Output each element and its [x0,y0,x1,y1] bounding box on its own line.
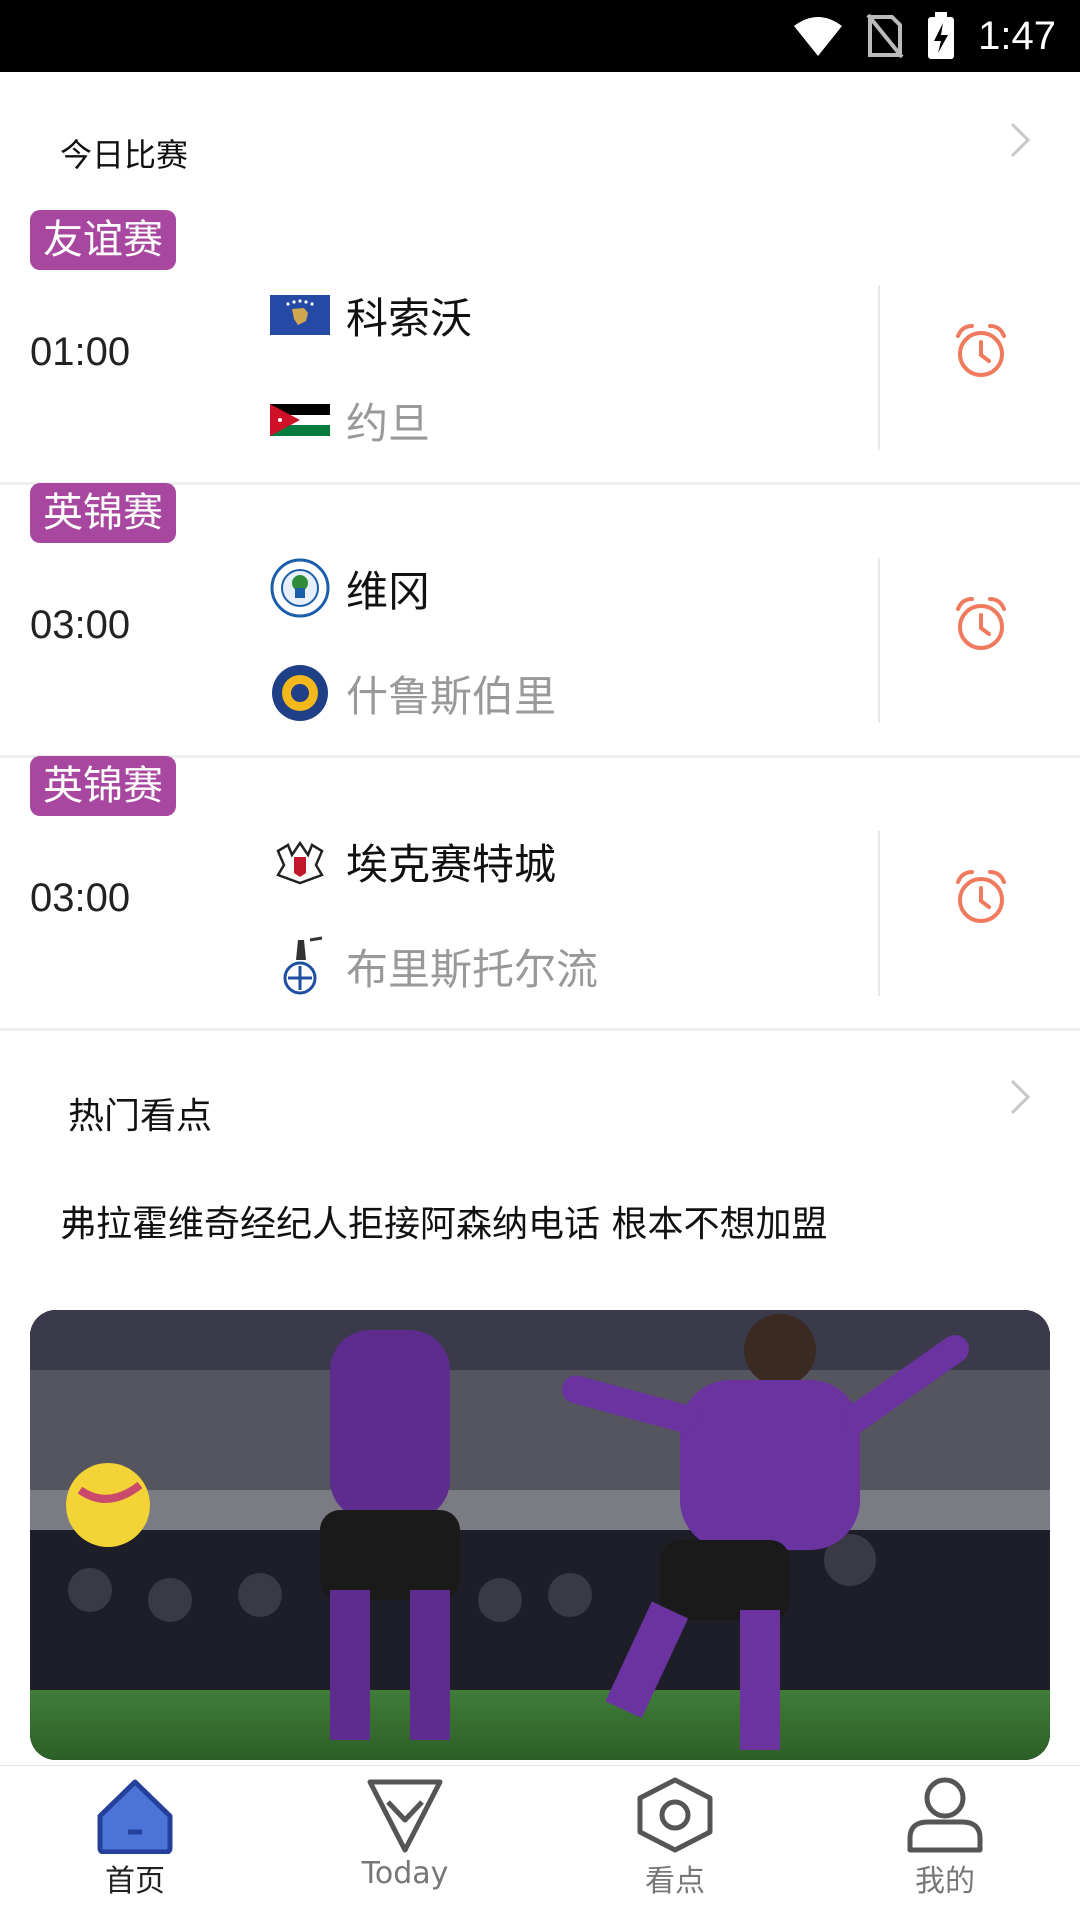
user-icon [907,1777,983,1853]
home-team-name: 埃克赛特城 [346,839,557,889]
hot-topics-header[interactable]: 热门看点 [0,1065,1080,1145]
football-photo-illustration [30,1310,1050,1760]
nav-today-label: Today [361,1856,449,1891]
match-row[interactable]: 英锦赛 03:00 维冈 什鲁斯伯里 [0,483,1080,758]
today-icon [367,1779,443,1853]
status-bar: 1:47 [0,0,1080,72]
divider [878,558,880,723]
shrewsbury-crest-icon [270,663,330,723]
away-team: 布里斯托尔流 [270,936,598,996]
nav-today[interactable]: Today [325,1776,485,1916]
nav-highlights[interactable]: 看点 [595,1776,755,1916]
competition-badge: 英锦赛 [30,483,176,543]
kosovo-flag-icon [270,285,330,345]
home-team: 维冈 [270,558,430,618]
bottom-navigation: 首页 Today 看点 我的 [0,1765,1080,1921]
match-row[interactable]: 英锦赛 03:00 埃克赛特城 布里斯托尔流 [0,756,1080,1031]
competition-badge: 英锦赛 [30,756,176,816]
news-headline[interactable]: 弗拉霍维奇经纪人拒接阿森纳电话 根本不想加盟 [60,1195,827,1247]
exeter-crest-icon [270,831,330,891]
home-team: 埃克赛特城 [270,831,556,891]
chevron-right-icon[interactable] [1000,120,1040,160]
nav-home-label: 首页 [105,1864,165,1899]
nav-profile-label: 我的 [915,1864,975,1899]
alarm-clock-icon[interactable] [950,866,1012,928]
wifi-icon [794,17,843,56]
away-team-name: 什鲁斯伯里 [346,671,557,721]
battery-charging-icon [928,12,955,59]
hexagon-icon [637,1777,713,1853]
match-row[interactable]: 友谊赛 01:00 科索沃 约旦 [0,210,1080,485]
news-image[interactable] [30,1310,1050,1760]
home-team: 科索沃 [270,285,472,345]
status-clock: 1:47 [978,13,1056,58]
bristol-rovers-crest-icon [270,936,330,996]
match-time: 01:00 [30,330,131,374]
alarm-clock-icon[interactable] [950,320,1012,382]
away-team-name: 约旦 [346,398,431,448]
status-icons: 1:47 [792,10,1056,62]
wigan-crest-icon [270,558,330,618]
nav-highlights-label: 看点 [645,1864,705,1899]
home-icon [97,1779,173,1854]
divider [878,831,880,996]
chevron-right-icon[interactable] [1000,1077,1040,1117]
nav-profile[interactable]: 我的 [865,1776,1025,1916]
alarm-clock-icon[interactable] [950,593,1012,655]
today-matches-header[interactable]: 今日比赛 [0,110,1080,190]
away-team: 约旦 [270,390,430,450]
hot-topics-title: 热门看点 [68,1096,213,1137]
match-time: 03:00 [30,876,131,920]
home-team-name: 科索沃 [346,293,473,343]
divider [878,285,880,450]
away-team: 什鲁斯伯里 [270,663,556,723]
no-sim-icon [866,13,904,59]
jordan-flag-icon [270,390,330,450]
competition-badge: 友谊赛 [30,210,176,270]
today-matches-title: 今日比赛 [60,136,189,174]
match-time: 03:00 [30,603,131,647]
away-team-name: 布里斯托尔流 [346,944,599,994]
home-team-name: 维冈 [346,566,431,616]
nav-home[interactable]: 首页 [55,1776,215,1916]
